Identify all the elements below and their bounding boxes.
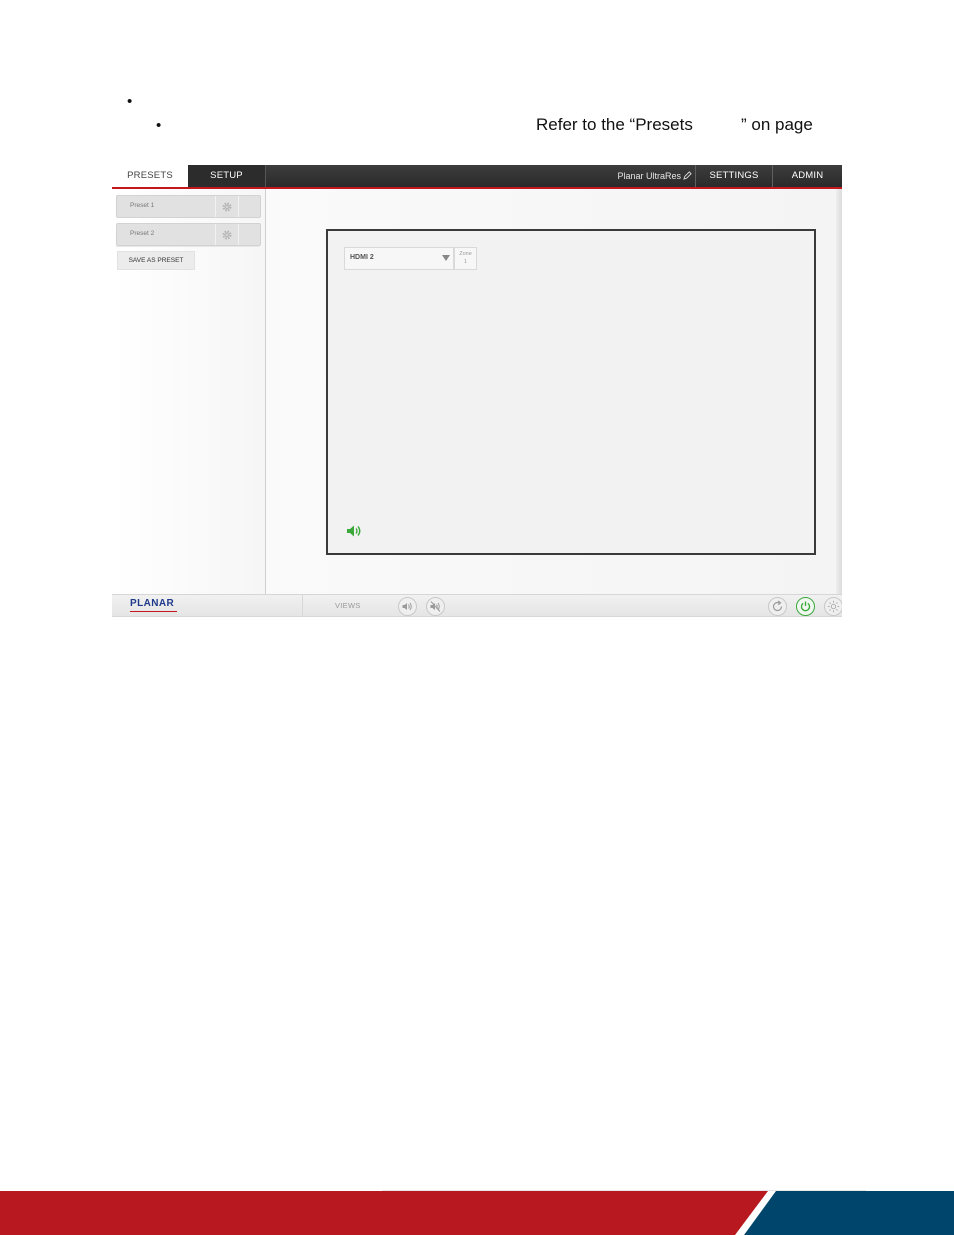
preset-item[interactable]: Preset 1 [116, 195, 261, 218]
bullet-2: • [156, 117, 162, 134]
pencil-icon[interactable] [683, 171, 692, 180]
bottom-toolbar: PLANAR VIEWS [112, 594, 842, 616]
refer-text: Refer to the “Presets [536, 115, 693, 134]
preset-settings-button[interactable] [215, 224, 239, 245]
toolbar-divider [302, 595, 303, 616]
volume-icon[interactable] [346, 524, 362, 538]
views-button[interactable]: VIEWS [335, 595, 361, 616]
footer-band [0, 1190, 954, 1235]
refresh-icon [772, 600, 783, 612]
presets-sidebar: Preset 1 Preset 2 SAVE AS PRESET [112, 189, 266, 595]
gear-icon [222, 202, 232, 212]
settings-button[interactable]: SETTINGS [696, 165, 772, 187]
planar-logo: PLANAR [130, 598, 175, 609]
gear-icon [222, 230, 232, 240]
scrollbar[interactable] [836, 189, 842, 595]
tab-presets[interactable]: PRESETS [112, 165, 188, 187]
web-ui-screenshot: PRESETS SETUP Planar UltraRes SETTINGS A… [112, 165, 842, 617]
bullet-1: • [127, 93, 133, 110]
admin-button[interactable]: ADMIN [773, 165, 842, 187]
device-name[interactable]: Planar UltraRes [572, 165, 694, 187]
zone-word: Zone [459, 251, 472, 257]
tab-setup[interactable]: SETUP [188, 165, 266, 187]
preset-label: Preset 2 [130, 230, 155, 237]
on-page-text: ” on page [741, 115, 813, 134]
top-navigation-bar: PRESETS SETUP Planar UltraRes SETTINGS A… [112, 165, 842, 189]
brightness-icon [827, 600, 840, 613]
preset-settings-button[interactable] [215, 196, 239, 217]
volume-up-icon [402, 602, 412, 611]
device-name-label: Planar UltraRes [617, 171, 681, 181]
zone-badge: Zone 1 [454, 247, 477, 270]
brightness-button[interactable] [824, 597, 842, 616]
preset-label: Preset 1 [130, 202, 155, 209]
sidebar-divider [116, 246, 259, 247]
power-icon [800, 601, 811, 612]
mute-icon [430, 601, 441, 612]
caret-down-icon [442, 255, 450, 261]
mute-button[interactable] [426, 597, 445, 616]
logo-underline [130, 611, 177, 612]
power-button[interactable] [796, 597, 815, 616]
save-as-preset-button[interactable]: SAVE AS PRESET [117, 251, 195, 270]
zone-number: 1 [463, 259, 468, 265]
refresh-button[interactable] [768, 597, 787, 616]
zone-window[interactable]: HDMI 2 Zone 1 [326, 229, 816, 555]
preset-item[interactable]: Preset 2 [116, 223, 261, 246]
volume-up-button[interactable] [398, 597, 417, 616]
source-value: HDMI 2 [350, 254, 374, 261]
source-select[interactable]: HDMI 2 [344, 247, 454, 270]
